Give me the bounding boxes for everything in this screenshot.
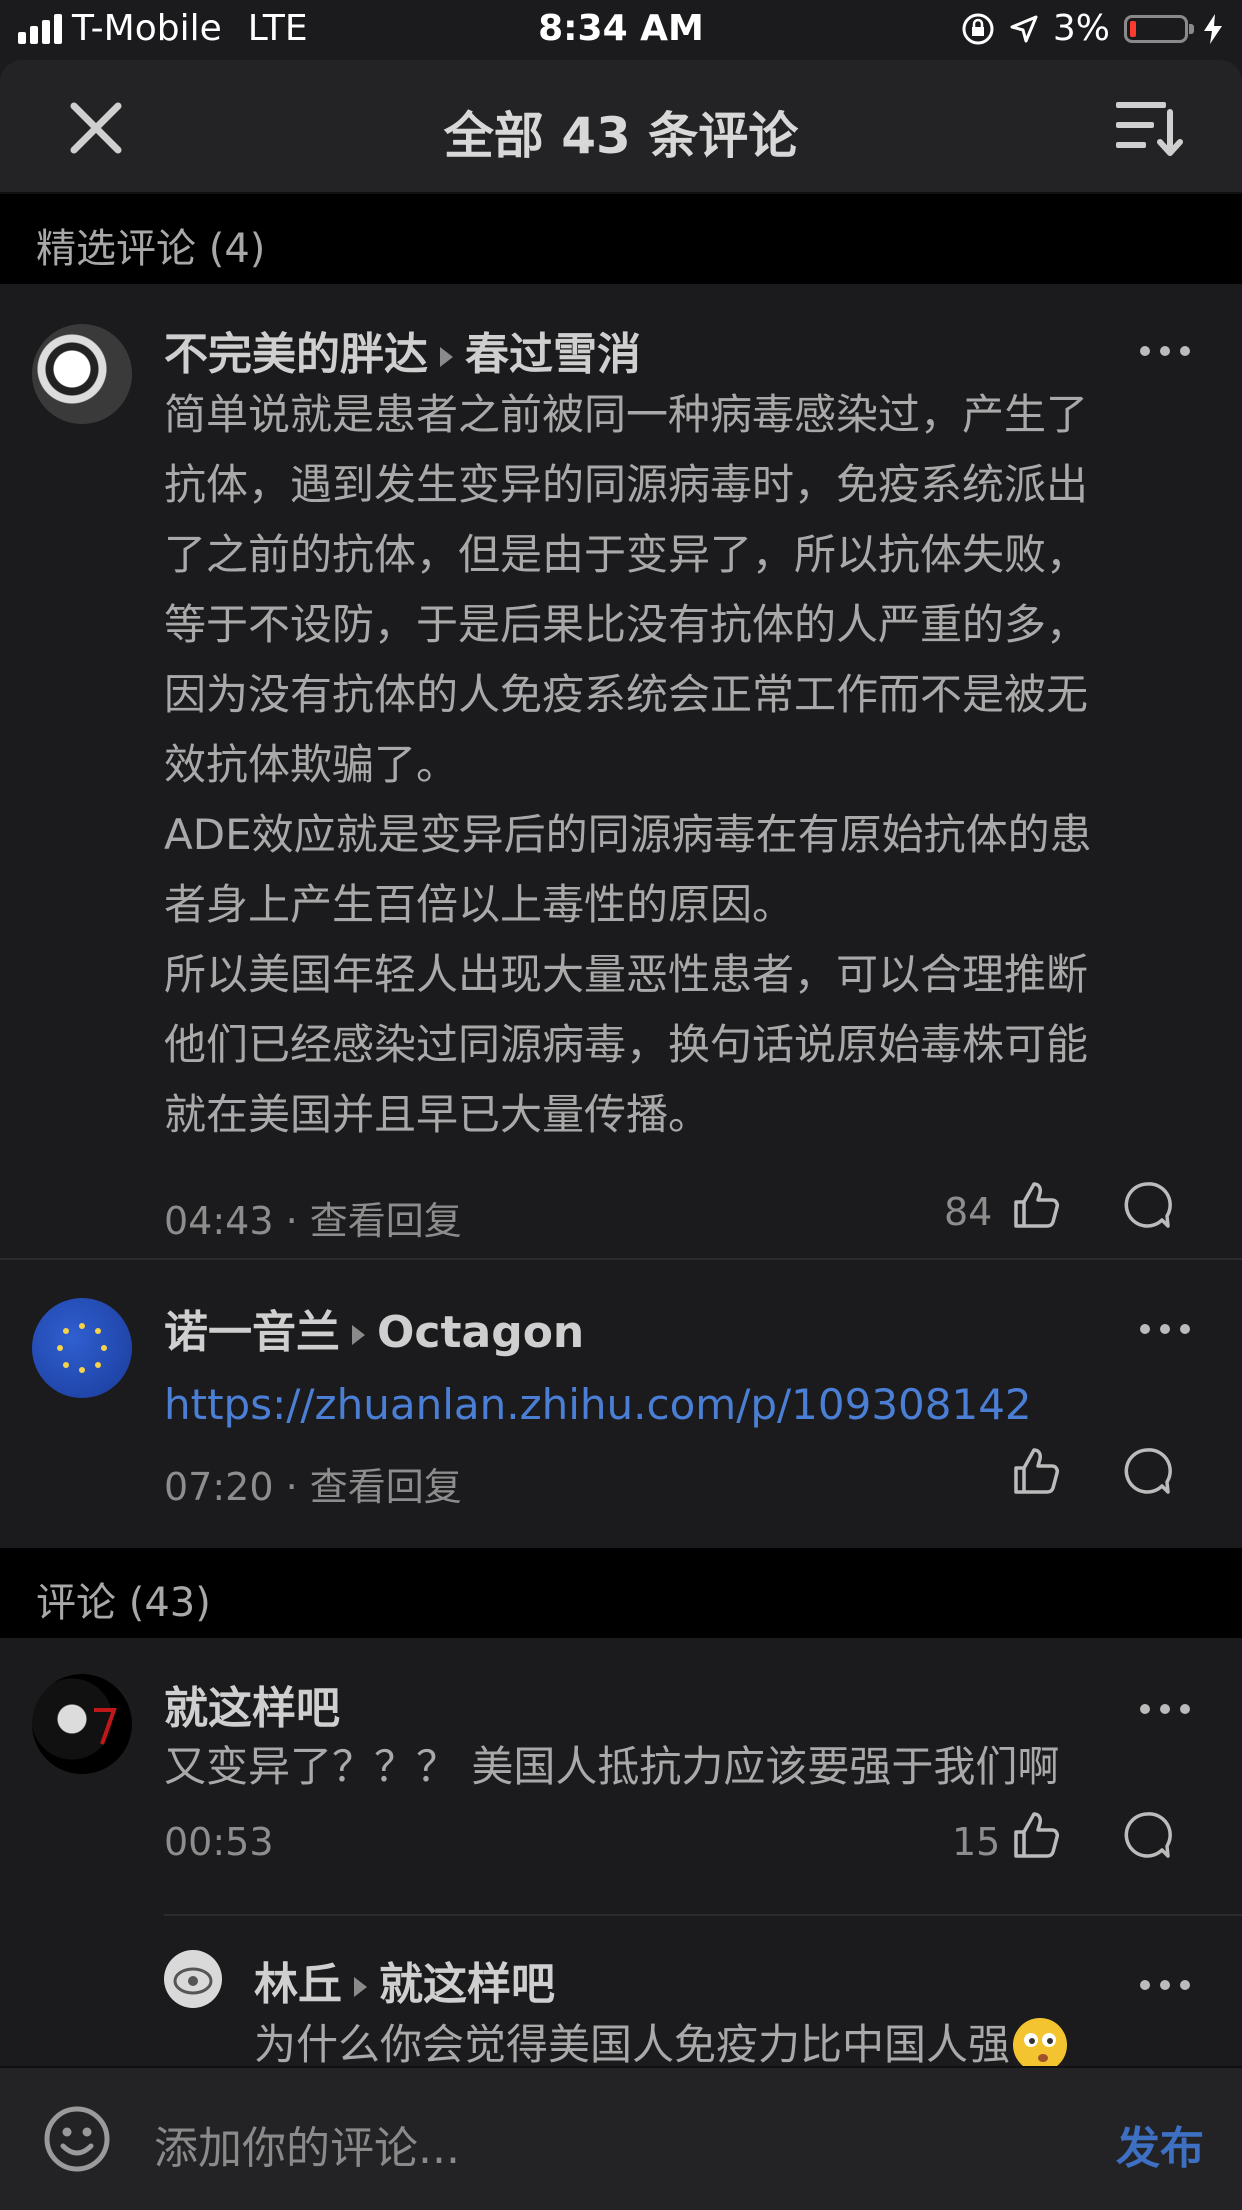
thumbs-up-icon[interactable] xyxy=(1010,1180,1060,1230)
comment-text: 又变异了？？？ 美国人抵抗力应该要强于我们啊 xyxy=(164,1742,1060,1791)
location-icon xyxy=(1010,15,1038,42)
avatar[interactable] xyxy=(32,324,132,424)
featured-section-label: 精选评论 (4) xyxy=(36,226,266,272)
author-name[interactable]: 诺一音兰 xyxy=(164,1307,340,1358)
comment-author-line: 林丘 就这样吧 xyxy=(254,1948,555,2012)
comment-line: 等于不设防，于是后果比没有抗体的人严重的多， xyxy=(164,600,1089,649)
comment-line: ADE效应就是变异后的同源病毒在有原始抗体的患 xyxy=(164,810,1092,859)
comment-meta: 00:53 xyxy=(164,1820,274,1864)
comment-time: 07:20 xyxy=(164,1465,274,1509)
comment-item: 诺一音兰 Octagon https://zhuanlan.zhihu.com/p… xyxy=(0,1260,1242,1546)
more-options-icon[interactable] xyxy=(1140,1324,1190,1334)
reply-to-name[interactable]: 就这样吧 xyxy=(379,1959,555,2010)
emoji-picker-icon[interactable] xyxy=(42,2104,112,2174)
author-name[interactable]: 林丘 xyxy=(254,1959,342,2010)
comment-line: 所以美国年轻人出现大量恶性患者，可以合理推断 xyxy=(164,950,1089,999)
featured-section-header: 精选评论 (4) xyxy=(0,194,1242,284)
thumbs-up-icon[interactable] xyxy=(1010,1446,1060,1496)
thumbs-up-icon[interactable] xyxy=(1010,1810,1060,1860)
more-options-icon[interactable] xyxy=(1140,346,1190,356)
comment-line: 者身上产生百倍以上毒性的原因。 xyxy=(164,880,795,929)
battery-percent: 3% xyxy=(1052,8,1110,49)
avatar[interactable] xyxy=(164,1950,222,2008)
view-replies-link[interactable]: 查看回复 xyxy=(310,1465,462,1509)
charging-icon xyxy=(1204,13,1222,44)
author-name[interactable]: 不完美的胖达 xyxy=(164,329,428,380)
comment-meta: 04:43 · 查看回复 xyxy=(164,1199,462,1243)
reply-item: 林丘 就这样吧 为什么你会觉得美国人免疫力比中国人强 xyxy=(0,1916,1242,2072)
comment-item: 不完美的胖达 春过雪消 简单说就是患者之前被同一种病毒感染过，产生了 抗体，遇到发… xyxy=(0,284,1242,1260)
reply-to-name[interactable]: 春过雪消 xyxy=(465,329,641,380)
comment-input-bar: 添加你的评论... 发布 xyxy=(0,2066,1242,2210)
all-comments-section-header: 评论 (43) xyxy=(0,1548,1242,1638)
like-count: 15 xyxy=(952,1820,1001,1864)
comment-link[interactable]: https://zhuanlan.zhihu.com/p/109308142 xyxy=(164,1370,1032,1440)
reply-bubble-icon[interactable] xyxy=(1122,1180,1172,1230)
battery-icon xyxy=(1124,14,1194,43)
comment-line: 因为没有抗体的人免疫系统会正常工作而不是被无 xyxy=(164,670,1089,719)
like-count: 84 xyxy=(944,1190,993,1234)
comment-item: 就这样吧 又变异了？？？ 美国人抵抗力应该要强于我们啊 00:53 15 xyxy=(0,1638,1242,1916)
comment-text: 简单说就是患者之前被同一种病毒感染过，产生了 抗体，遇到发生变异的同源病毒时，免… xyxy=(164,380,1092,1150)
comment-time: 00:53 xyxy=(164,1820,274,1864)
comment-input[interactable]: 添加你的评论... xyxy=(154,2112,460,2176)
reply-bubble-icon[interactable] xyxy=(1122,1810,1172,1860)
comment-author-line: 就这样吧 xyxy=(164,1672,340,1736)
comments-header: 全部 43 条评论 xyxy=(0,60,1242,194)
reply-bubble-icon[interactable] xyxy=(1122,1446,1172,1496)
comment-line: 效抗体欺骗了。 xyxy=(164,740,459,789)
more-options-icon[interactable] xyxy=(1140,1980,1190,1990)
reply-arrow-icon xyxy=(354,1977,367,1997)
comment-line: 他们已经感染过同源病毒，换句话说原始毒株可能 xyxy=(164,1020,1089,1069)
comment-time: 04:43 xyxy=(164,1199,274,1243)
status-bar: T-Mobile LTE 8:34 AM 3% xyxy=(0,0,1242,60)
status-right: 3% xyxy=(961,8,1224,49)
more-options-icon[interactable] xyxy=(1140,1704,1190,1714)
comment-author-line: 诺一音兰 Octagon xyxy=(164,1296,584,1360)
avatar[interactable] xyxy=(32,1298,132,1398)
reply-arrow-icon xyxy=(352,1325,365,1345)
avatar[interactable] xyxy=(32,1674,132,1774)
view-replies-link[interactable]: 查看回复 xyxy=(310,1199,462,1243)
comment-line: 抗体，遇到发生变异的同源病毒时，免疫系统派出 xyxy=(164,460,1089,509)
comment-meta: 07:20 · 查看回复 xyxy=(164,1465,462,1509)
reply-to-name[interactable]: Octagon xyxy=(377,1307,584,1358)
comment-line: 就在美国并且早已大量传播。 xyxy=(164,1090,711,1139)
sort-icon[interactable] xyxy=(1114,98,1184,156)
comment-line: 简单说就是患者之前被同一种病毒感染过，产生了 xyxy=(164,390,1089,439)
comment-author-line: 不完美的胖达 春过雪消 xyxy=(164,318,641,382)
page-title: 全部 43 条评论 xyxy=(443,107,799,165)
publish-button[interactable]: 发布 xyxy=(1116,2112,1204,2176)
reply-arrow-icon xyxy=(440,347,453,367)
comment-line: 了之前的抗体，但是由于变异了，所以抗体失败， xyxy=(164,530,1089,579)
orientation-lock-icon xyxy=(962,13,994,44)
all-comments-section-label: 评论 (43) xyxy=(36,1580,211,1626)
author-name[interactable]: 就这样吧 xyxy=(164,1683,340,1734)
